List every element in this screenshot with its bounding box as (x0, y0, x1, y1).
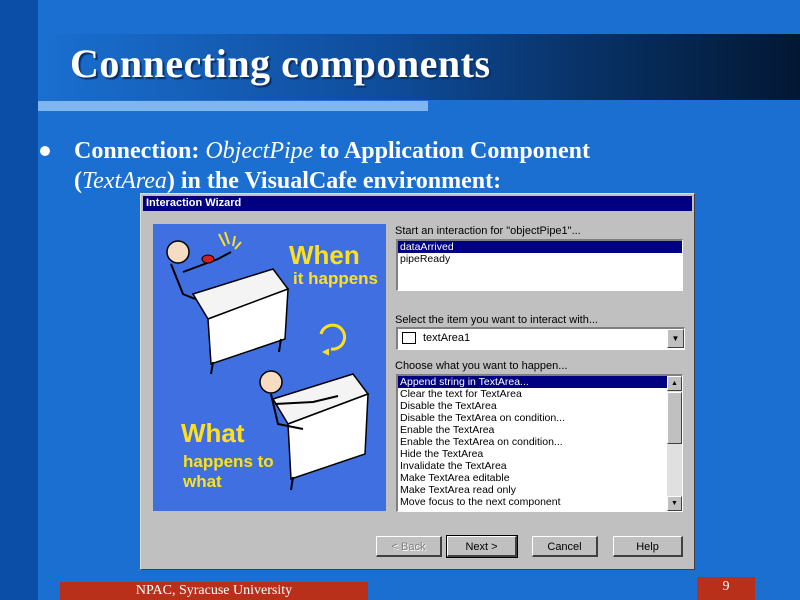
actions-scrollbar[interactable]: ▲ ▼ (667, 376, 682, 511)
art-it-happens: it happens (293, 269, 378, 288)
desk-people-illustration: When it happens What happens to what (166, 231, 378, 491)
bullet-suffix: ) in the VisualCafe environment: (166, 168, 502, 194)
help-button[interactable]: Help (613, 536, 683, 557)
dialog-titlebar[interactable]: Interaction Wizard (143, 196, 692, 211)
next-button[interactable]: Next > (446, 535, 518, 558)
art-what2: what (182, 472, 222, 491)
action-list-item[interactable]: Clear the text for TextArea (398, 388, 667, 400)
chevron-down-icon[interactable]: ▼ (667, 329, 684, 348)
bullet-text: Connection: ObjectPipe to Application Co… (74, 136, 694, 196)
bullet-italic-objectpipe: ObjectPipe (205, 138, 314, 164)
action-list-item[interactable]: Move focus to the next component (398, 496, 667, 508)
action-list-item[interactable]: Enable the TextArea (398, 424, 667, 436)
wizard-illustration: When it happens What happens to what (153, 224, 386, 511)
cancel-button[interactable]: Cancel (532, 536, 598, 557)
textarea-icon (402, 332, 416, 344)
action-list-item[interactable]: Disable the TextArea (398, 400, 667, 412)
scroll-thumb[interactable] (667, 392, 682, 444)
select-item-label: Select the item you want to interact wit… (395, 314, 598, 326)
slide-title: Connecting components (70, 41, 491, 86)
actions-listbox[interactable]: Append string in TextArea... Clear the te… (396, 374, 683, 512)
action-list-item[interactable]: Disable the TextArea on condition... (398, 412, 667, 424)
bullet-italic-textarea: TextArea (82, 168, 167, 194)
action-list-item[interactable]: Make TextArea editable (398, 472, 667, 484)
back-button[interactable]: < Back (376, 536, 442, 557)
choose-action-label: Choose what you want to happen... (395, 360, 568, 372)
page-number: 9 (722, 579, 730, 594)
action-list-item[interactable]: Enable the TextArea on condition... (398, 436, 667, 448)
title-underline (38, 101, 428, 111)
scroll-down-icon[interactable]: ▼ (667, 496, 682, 511)
footer-text: NPAC, Syracuse University (135, 583, 293, 598)
bullet-prefix: Connection: (74, 138, 206, 164)
action-list-item[interactable]: Invalidate the TextArea (398, 460, 667, 472)
action-list-item[interactable]: Hide the TextArea (398, 448, 667, 460)
action-list-item[interactable]: Make TextArea read only (398, 484, 667, 496)
events-listbox[interactable]: dataArrived pipeReady (396, 239, 683, 291)
event-list-item[interactable]: pipeReady (398, 253, 682, 265)
action-list-item[interactable]: Append string in TextArea... (398, 376, 667, 388)
start-interaction-label: Start an interaction for "objectPipe1"..… (395, 225, 581, 237)
background-left-band (0, 0, 38, 600)
item-combobox[interactable]: textArea1 ▼ (396, 327, 685, 350)
art-happens-to: happens to (183, 452, 274, 471)
art-when: When (289, 240, 360, 270)
bullet-dot (40, 146, 50, 156)
item-combobox-value: textArea1 (423, 332, 471, 344)
art-what: What (181, 418, 245, 448)
event-list-item[interactable]: dataArrived (398, 241, 682, 253)
interaction-wizard-dialog: Interaction Wizard When it happens What … (140, 193, 695, 570)
scroll-up-icon[interactable]: ▲ (667, 376, 682, 391)
